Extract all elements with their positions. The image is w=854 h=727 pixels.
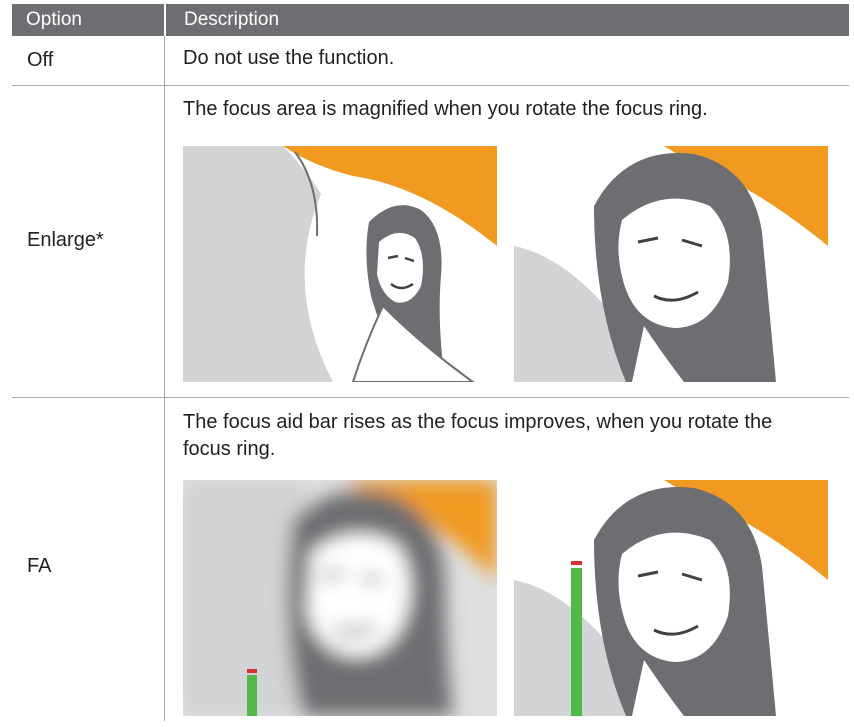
option-off-description: Do not use the function. bbox=[183, 47, 395, 69]
option-fa-description: The focus aid bar rises as the focus imp… bbox=[183, 411, 773, 460]
option-column-header: Option bbox=[12, 4, 164, 36]
portrait-with-umbrella-magnified-icon bbox=[514, 146, 828, 382]
portrait-blurred-icon bbox=[183, 480, 497, 716]
option-enlarge-label: Enlarge* bbox=[27, 229, 104, 251]
fa-blurred-image bbox=[183, 480, 497, 716]
focus-aid-peak-marker bbox=[571, 561, 582, 565]
row-divider bbox=[12, 397, 849, 398]
portrait-with-umbrella-wide-icon bbox=[183, 146, 497, 382]
fa-sharp-image bbox=[514, 480, 828, 716]
option-off-label: Off bbox=[27, 49, 54, 71]
focus-aid-peak-marker bbox=[247, 669, 257, 673]
enlarge-after-image bbox=[514, 146, 828, 382]
enlarge-before-image bbox=[183, 146, 497, 382]
focus-aid-bar-low bbox=[247, 675, 257, 716]
description-column-header: Description bbox=[166, 4, 849, 36]
option-enlarge-description: The focus area is magnified when you rot… bbox=[183, 98, 708, 120]
focus-aid-bar-high bbox=[571, 568, 582, 716]
row-divider bbox=[12, 85, 849, 86]
column-divider bbox=[164, 36, 165, 721]
option-fa-label: FA bbox=[27, 555, 52, 577]
portrait-sharp-icon bbox=[514, 480, 828, 716]
